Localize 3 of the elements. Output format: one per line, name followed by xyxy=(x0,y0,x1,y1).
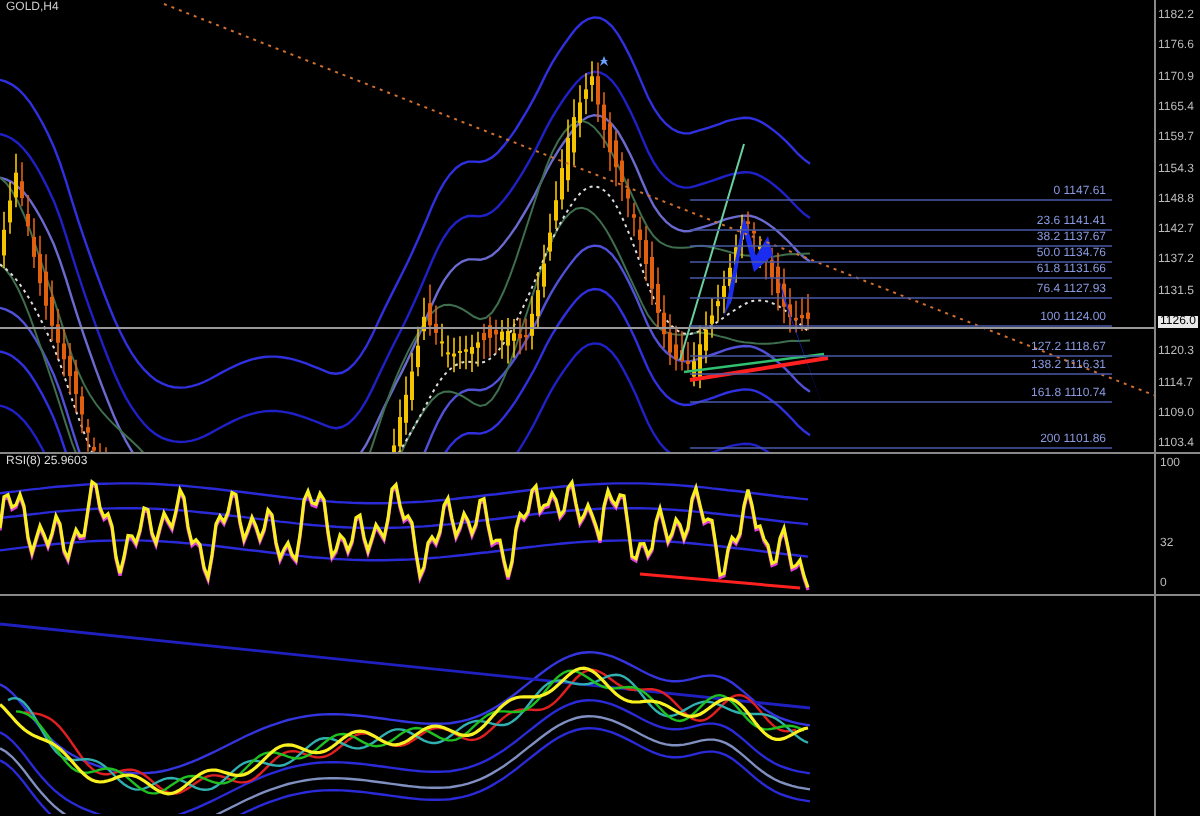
support-line xyxy=(689,356,829,382)
star-icon xyxy=(600,56,608,66)
support-line xyxy=(683,352,825,374)
